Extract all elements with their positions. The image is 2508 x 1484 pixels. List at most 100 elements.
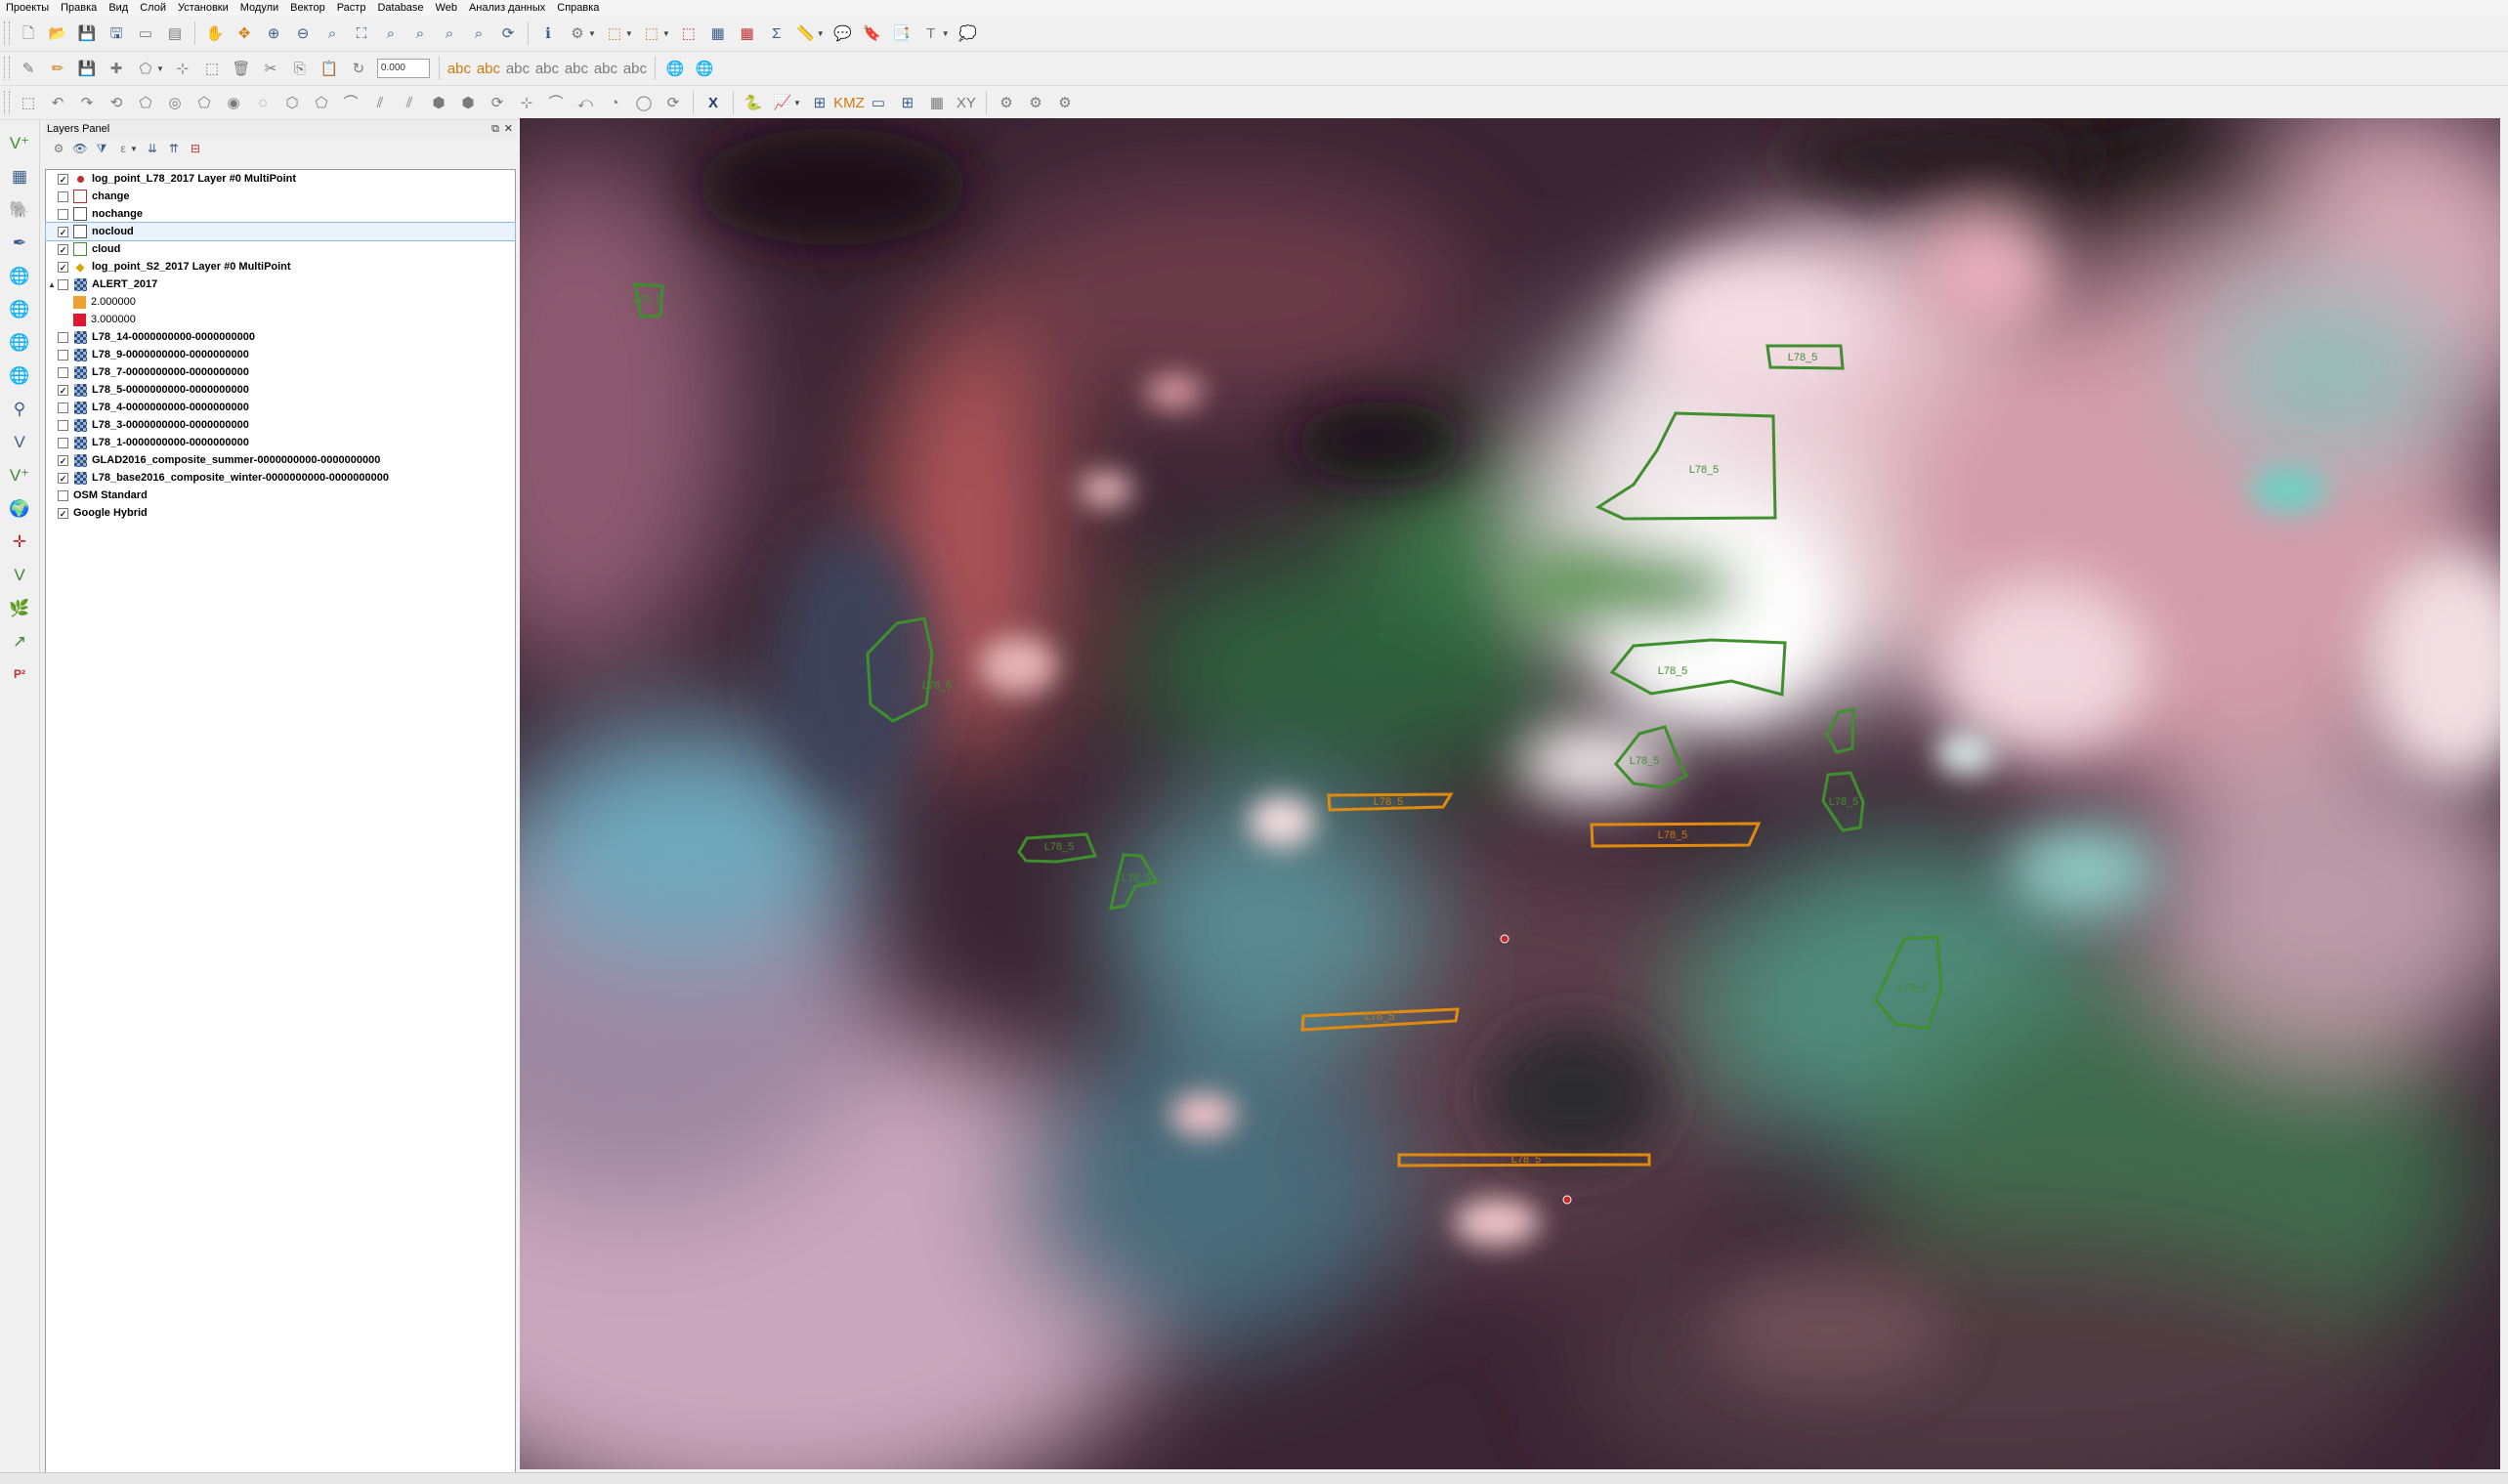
- log-point[interactable]: [1562, 1195, 1572, 1205]
- copy-features-icon[interactable]: ⎘: [289, 58, 311, 79]
- save-project-icon[interactable]: 💾: [76, 22, 98, 44]
- circle-icon[interactable]: ◯: [633, 92, 655, 113]
- select-features-icon[interactable]: ⬚: [604, 22, 625, 44]
- layer-row[interactable]: L78_4-0000000000-0000000000: [46, 399, 515, 416]
- label-highlight-icon[interactable]: abc: [506, 58, 530, 79]
- rotate-feature-icon[interactable]: ⟲: [106, 92, 127, 113]
- layer-visibility-checkbox[interactable]: ✓: [58, 454, 68, 466]
- log-point[interactable]: [1500, 934, 1509, 944]
- menu-item[interactable]: Database: [371, 0, 429, 16]
- zoom-selection-icon[interactable]: ⌕: [380, 22, 402, 44]
- identify-icon[interactable]: ℹ: [537, 22, 559, 44]
- new-shapefile-icon[interactable]: V⁺: [6, 463, 33, 487]
- layer-row[interactable]: ✓ GLAD2016_composite_summer-0000000000-00…: [46, 451, 515, 469]
- add-raster-layer-icon[interactable]: ▦: [6, 164, 33, 188]
- layer-visibility-checkbox[interactable]: ✓: [58, 507, 68, 519]
- curve-icon[interactable]: ◔: [604, 92, 625, 113]
- toolbar-grip[interactable]: [4, 57, 10, 80]
- action-icon[interactable]: ⚙: [567, 22, 588, 44]
- zoom-last-icon[interactable]: ⌕: [439, 22, 460, 44]
- layer-visibility-checkbox[interactable]: [58, 349, 68, 360]
- vertex-tool-icon[interactable]: ⊹: [172, 58, 193, 79]
- layer-row[interactable]: L78_9-0000000000-0000000000: [46, 346, 515, 363]
- reshape-icon[interactable]: ⬠: [311, 92, 332, 113]
- layer-row[interactable]: ✓ cloud: [46, 240, 515, 258]
- add-feature-icon[interactable]: ✚: [106, 58, 127, 79]
- menu-item[interactable]: Слой: [134, 0, 172, 16]
- move-feature-icon[interactable]: ⬚: [201, 58, 223, 79]
- remove-layer-icon[interactable]: ⊟: [188, 141, 203, 156]
- collapse-arrow-icon[interactable]: ▲: [46, 280, 58, 289]
- delete-selected-icon[interactable]: 🗑: [231, 58, 252, 79]
- close-x-icon[interactable]: X: [702, 92, 724, 113]
- menu-item[interactable]: Вид: [103, 0, 134, 16]
- statistics-icon[interactable]: Σ: [766, 22, 787, 44]
- save-as-icon[interactable]: 🖫: [106, 22, 127, 44]
- label-pin-icon[interactable]: abc: [477, 58, 500, 79]
- layer-row[interactable]: ✓ L78_5-0000000000-0000000000: [46, 381, 515, 399]
- layer-visibility-checkbox[interactable]: ✓: [58, 226, 68, 237]
- rotate-label-icon[interactable]: ⟳: [487, 92, 508, 113]
- graph-icon[interactable]: 📈: [772, 92, 793, 113]
- plugin-f-icon[interactable]: ⚙: [1054, 92, 1076, 113]
- offset-icon[interactable]: ⌒: [545, 92, 567, 113]
- menu-item[interactable]: Проекты: [0, 0, 55, 16]
- deselect-icon[interactable]: ⬚: [678, 22, 700, 44]
- split-parts-icon[interactable]: ⫽: [399, 92, 420, 113]
- wms-globe-icon[interactable]: 🌐: [664, 58, 686, 79]
- zoom-layer-icon[interactable]: ⌕: [409, 22, 431, 44]
- plugin-e-icon[interactable]: ⚙: [1025, 92, 1046, 113]
- new-print-layout-icon[interactable]: ▭: [135, 22, 156, 44]
- grid-icon[interactable]: ▦: [926, 92, 948, 113]
- label-change-icon[interactable]: abc: [594, 58, 617, 79]
- layer-row[interactable]: ✓ ◆ log_point_S2_2017 Layer #0 MultiPoint: [46, 258, 515, 276]
- layer-row[interactable]: ▲ ALERT_2017: [46, 276, 515, 293]
- zoom-full-icon[interactable]: ⛶: [351, 22, 372, 44]
- show-bookmarks-icon[interactable]: 📑: [891, 22, 913, 44]
- delete-part-icon[interactable]: ⬡: [281, 92, 303, 113]
- add-part-icon[interactable]: ⬠: [193, 92, 215, 113]
- layer-row[interactable]: ✓ L78_base2016_composite_winter-000000000…: [46, 469, 515, 487]
- pan-to-selection-icon[interactable]: ✥: [234, 22, 255, 44]
- plugin-b-icon[interactable]: ▭: [868, 92, 889, 113]
- new-geopackage-icon[interactable]: V: [6, 563, 33, 586]
- label-icon[interactable]: abc: [447, 58, 471, 79]
- current-edits-icon[interactable]: ✎: [18, 58, 39, 79]
- layer-visibility-checkbox[interactable]: ✓: [58, 384, 68, 396]
- layer-visibility-checkbox[interactable]: [58, 208, 68, 220]
- add-ring-icon[interactable]: ◎: [164, 92, 186, 113]
- offset-curve-icon[interactable]: ⌒: [340, 92, 361, 113]
- layer-visibility-checkbox[interactable]: [58, 402, 68, 413]
- snapping-icon[interactable]: ⬚: [18, 92, 39, 113]
- menu-item[interactable]: Web: [430, 0, 463, 16]
- layer-row[interactable]: change: [46, 188, 515, 205]
- add-spatialite-icon[interactable]: ✒: [6, 231, 33, 254]
- wfs-globe-icon[interactable]: 🌐: [694, 58, 715, 79]
- plugin-a-icon[interactable]: ⊞: [809, 92, 830, 113]
- toggle-editing-icon[interactable]: ✏: [47, 58, 68, 79]
- layer-visibility-checkbox[interactable]: [58, 331, 68, 343]
- layer-visibility-checkbox[interactable]: ✓: [58, 173, 68, 185]
- kmz-icon[interactable]: KMZ: [833, 92, 865, 113]
- toolbar-grip[interactable]: [4, 21, 10, 45]
- menu-item[interactable]: Вектор: [284, 0, 331, 16]
- open-project-icon[interactable]: 📂: [47, 22, 68, 44]
- layer-row[interactable]: ✓ Google Hybrid: [46, 504, 515, 522]
- add-polygon-icon[interactable]: ⬠: [135, 58, 156, 79]
- open-layer-styling-icon[interactable]: ⚙: [51, 141, 66, 156]
- menu-item[interactable]: Модули: [234, 0, 284, 16]
- float-panel-icon[interactable]: ⧉: [491, 120, 499, 138]
- delete-ring-icon[interactable]: ◌: [252, 92, 274, 113]
- add-oracle-layer-icon[interactable]: V: [6, 430, 33, 453]
- split-features-icon[interactable]: ⫽: [369, 92, 391, 113]
- add-virtual-layer-icon[interactable]: ⚲: [6, 397, 33, 420]
- menu-item[interactable]: Анализ данных: [463, 0, 551, 16]
- p2-icon[interactable]: P²: [6, 662, 33, 686]
- pan-map-icon[interactable]: ✋: [204, 22, 226, 44]
- layer-visibility-checkbox[interactable]: [58, 278, 68, 290]
- merge-features-icon[interactable]: ⬢: [428, 92, 449, 113]
- collapse-all-icon[interactable]: ⇈: [166, 141, 182, 156]
- layer-visibility-checkbox[interactable]: [58, 437, 68, 448]
- close-panel-icon[interactable]: ✕: [504, 120, 513, 138]
- merge-attributes-icon[interactable]: ⬢: [457, 92, 479, 113]
